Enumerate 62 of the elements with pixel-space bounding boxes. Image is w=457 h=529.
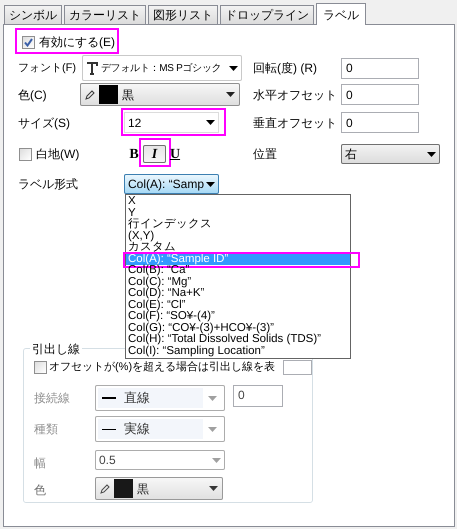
list-item[interactable]: Col(F): “SO¥-(4)” <box>126 311 350 322</box>
caret-icon <box>206 182 215 186</box>
italic-button[interactable]: I <box>143 145 166 163</box>
input-field[interactable] <box>283 360 312 374</box>
color-dropdown[interactable]: 黒 <box>80 83 240 106</box>
tab[interactable]: 図形リスト <box>148 5 218 24</box>
pencil-icon <box>85 90 95 100</box>
line-style-icon <box>102 428 116 430</box>
caret-icon <box>427 152 436 156</box>
color-swatch <box>99 85 118 104</box>
list-item[interactable]: カスタム <box>126 242 350 254</box>
input-field[interactable]: 0 <box>341 112 419 133</box>
field-label: 幅 <box>34 455 47 472</box>
list-item[interactable]: X <box>126 196 350 208</box>
caret-icon <box>226 92 235 97</box>
field-label: サイズ(S) <box>18 114 71 132</box>
checkbox-label: 白地(W) <box>36 146 80 163</box>
list-item[interactable]: Y <box>126 208 350 219</box>
checkbox[interactable] <box>19 148 32 160</box>
pencil-icon <box>100 484 110 494</box>
caret-icon <box>206 120 215 125</box>
checkbox-label: オフセットが(%)を超える場合は引出し線を表 <box>49 360 276 375</box>
group-title: 引出し線 <box>30 340 82 358</box>
tab[interactable]: シンボル <box>4 5 62 24</box>
field-label: 種類 <box>34 421 59 438</box>
field-label: 色(C) <box>18 86 48 104</box>
font-dropdown[interactable]: デフォルト：MS Pゴシック <box>82 55 242 81</box>
list-item[interactable]: Col(E): “Cl” <box>126 300 350 311</box>
tab[interactable]: ラベル <box>316 3 366 25</box>
caret-icon <box>229 66 238 70</box>
color-swatch <box>114 479 133 498</box>
field-label: 位置 <box>253 146 278 163</box>
field-label: 垂直オフセット <box>253 114 338 132</box>
color-dropdown[interactable]: 黒 <box>95 477 223 500</box>
checkbox-label: 有効にする(E) <box>39 34 115 51</box>
field-label: 回転(度) (R) <box>253 60 318 77</box>
field-label: 水平オフセット <box>253 86 338 104</box>
list-item[interactable]: Col(H): “Total Dissolved Solids (TDS)” <box>126 334 350 346</box>
input-field[interactable]: 0 <box>341 84 419 105</box>
input-field[interactable]: 0 <box>341 58 419 78</box>
position-dropdown[interactable]: 右 <box>341 144 440 164</box>
list-item[interactable]: 行インデックス <box>126 219 350 230</box>
caret-icon <box>212 458 221 462</box>
checkbox[interactable] <box>22 36 35 48</box>
tab[interactable]: ドロップライン <box>220 5 314 24</box>
field-label: フォント(F) <box>18 60 78 76</box>
list-item[interactable]: Col(C): “Mg” <box>126 276 350 288</box>
field-label: 色 <box>34 482 47 499</box>
font-icon <box>86 62 98 74</box>
field-label: 接続線 <box>34 390 71 407</box>
field-label: ラベル形式 <box>18 176 79 193</box>
size-dropdown[interactable]: 12 <box>124 112 219 133</box>
line-style-icon <box>102 397 116 399</box>
list-item[interactable]: (X,Y) <box>126 230 350 242</box>
label-format-dropdown[interactable]: Col(A): “Samp <box>124 174 219 194</box>
tab[interactable]: カラーリスト <box>64 5 146 24</box>
list-item[interactable]: Col(D): “Na+K” <box>126 288 350 300</box>
bold-button[interactable]: B <box>128 145 140 163</box>
caret-icon <box>209 486 218 491</box>
list-item[interactable]: Col(G): “CO¥-(3)+HCO¥-(3)” <box>126 322 350 334</box>
list-item[interactable]: Col(I): “Sampling Location” <box>126 346 350 357</box>
checkbox[interactable] <box>34 360 47 374</box>
